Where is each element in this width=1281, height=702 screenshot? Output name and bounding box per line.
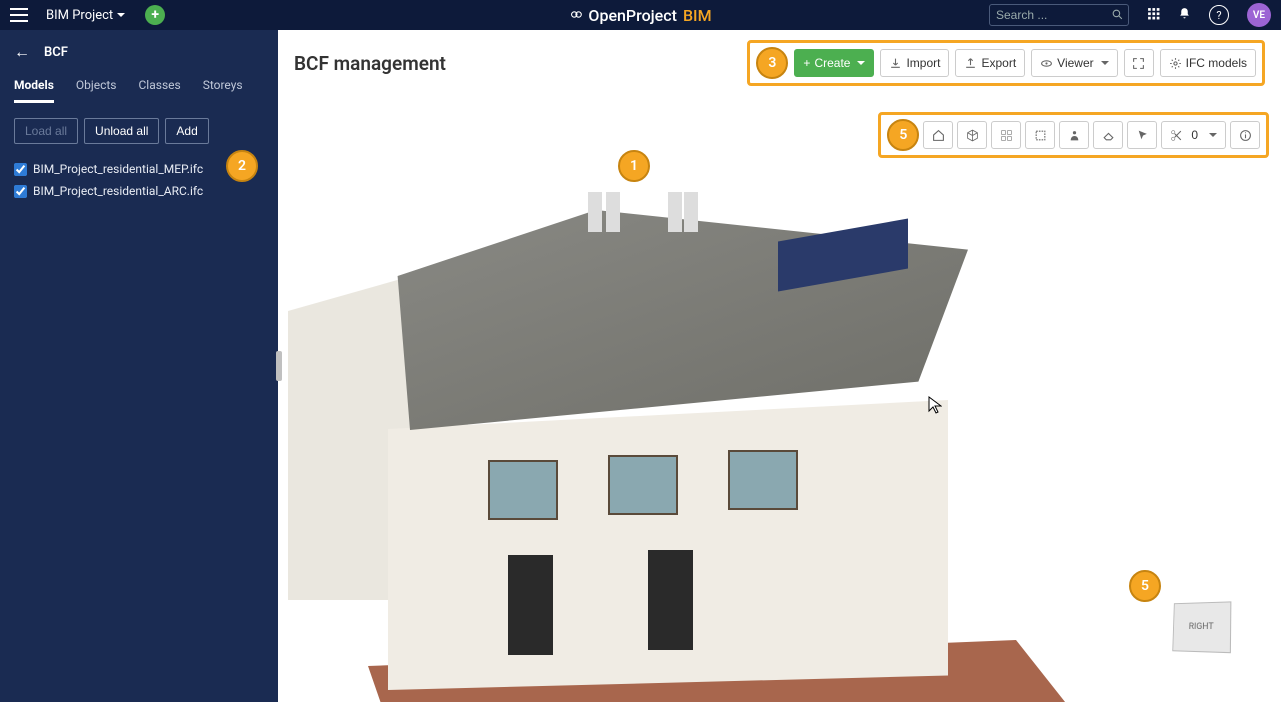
- mouse-cursor-icon: [928, 396, 942, 418]
- splitter-handle[interactable]: [276, 351, 282, 381]
- ifc-models-button[interactable]: IFC models: [1160, 49, 1256, 77]
- sidebar: ← BCF Models Objects Classes Storeys Loa…: [0, 30, 278, 702]
- gear-icon: [1169, 57, 1182, 70]
- help-icon[interactable]: ?: [1209, 5, 1229, 25]
- menu-icon[interactable]: [10, 8, 28, 22]
- project-selector[interactable]: BIM Project: [46, 8, 125, 23]
- model-checkbox[interactable]: [14, 163, 27, 176]
- logo-icon: [569, 5, 582, 26]
- plus-icon: +: [803, 56, 810, 70]
- search-input[interactable]: [989, 4, 1129, 26]
- model-checkbox[interactable]: [14, 185, 27, 198]
- chevron-down-icon: [1101, 61, 1109, 65]
- search-box: [989, 4, 1129, 26]
- callout-badge-2: 2: [226, 150, 258, 182]
- building-model: [288, 200, 1048, 700]
- callout-badge-5b: 5: [1129, 570, 1161, 602]
- export-button[interactable]: Export: [955, 49, 1025, 77]
- logo-text-main: OpenProject: [588, 6, 677, 25]
- content-area: BCF management 3 + Create Import Export: [278, 30, 1281, 702]
- model-item[interactable]: BIM_Project_residential_ARC.ifc: [14, 180, 264, 202]
- cube-face-right[interactable]: RIGHT: [1172, 601, 1231, 653]
- model-name: BIM_Project_residential_ARC.ifc: [33, 184, 203, 198]
- chevron-down-icon: [857, 61, 865, 65]
- app-logo: OpenProject BIM: [569, 5, 711, 26]
- create-label: Create: [814, 56, 850, 70]
- avatar-initials: VE: [1253, 10, 1265, 21]
- tab-objects[interactable]: Objects: [76, 78, 117, 103]
- search-icon[interactable]: [1111, 8, 1124, 24]
- back-arrow-icon[interactable]: ←: [14, 42, 30, 62]
- logo-text-accent: BIM: [683, 6, 712, 25]
- eye-icon: [1040, 57, 1053, 70]
- sidebar-tabs: Models Objects Classes Storeys: [0, 70, 278, 104]
- unload-all-button[interactable]: Unload all: [84, 118, 159, 144]
- apps-icon[interactable]: [1147, 7, 1160, 24]
- tab-models[interactable]: Models: [14, 78, 54, 103]
- export-icon: [964, 57, 977, 70]
- load-all-button[interactable]: Load all: [14, 118, 78, 144]
- viewer-button[interactable]: Viewer: [1031, 49, 1117, 77]
- topbar: BIM Project + OpenProject BIM ? VE: [0, 0, 1281, 30]
- add-button[interactable]: +: [145, 5, 165, 25]
- fullscreen-button[interactable]: [1124, 49, 1154, 77]
- import-label: Import: [906, 56, 940, 70]
- export-label: Export: [981, 56, 1016, 70]
- 3d-viewer[interactable]: 1 5 RIGHT: [278, 80, 1281, 702]
- navigation-cube[interactable]: RIGHT: [1171, 602, 1241, 672]
- import-button[interactable]: Import: [880, 49, 949, 77]
- tab-storeys[interactable]: Storeys: [203, 78, 243, 103]
- add-model-button[interactable]: Add: [165, 118, 208, 144]
- sidebar-title: BCF: [44, 45, 68, 60]
- import-icon: [889, 57, 902, 70]
- fullscreen-icon: [1132, 57, 1145, 70]
- ifc-models-label: IFC models: [1186, 56, 1247, 70]
- create-button[interactable]: + Create: [794, 49, 874, 77]
- avatar[interactable]: VE: [1247, 3, 1271, 27]
- tab-classes[interactable]: Classes: [139, 78, 181, 103]
- bell-icon[interactable]: [1178, 7, 1191, 24]
- page-title: BCF management: [294, 52, 446, 75]
- callout-badge-3: 3: [756, 47, 788, 79]
- callout-badge-1: 1: [618, 150, 650, 182]
- viewer-label: Viewer: [1057, 56, 1093, 70]
- topbar-right: ? VE: [989, 3, 1271, 27]
- model-name: BIM_Project_residential_MEP.ifc: [33, 162, 203, 176]
- chevron-down-icon: [117, 13, 125, 17]
- project-name-label: BIM Project: [46, 8, 113, 23]
